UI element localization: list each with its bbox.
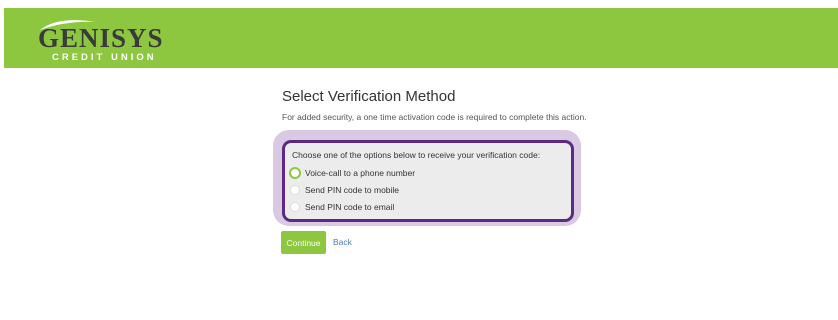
option-pin-mobile-label[interactable]: Send PIN code to mobile [305,185,399,195]
option-pin-email-label[interactable]: Send PIN code to email [305,202,394,212]
genisys-logo[interactable]: GENISYS CREDIT UNION [38,18,178,66]
radio-pin-mobile[interactable] [290,185,300,195]
options-prompt: Choose one of the options below to recei… [292,150,541,160]
top-strip [0,0,838,8]
site-header: GENISYS CREDIT UNION [4,8,838,68]
back-link[interactable]: Back [333,237,352,247]
logo-name: GENISYS [38,23,164,53]
verification-options-panel: Choose one of the options below to recei… [282,140,574,222]
option-voice-call-label[interactable]: Voice-call to a phone number [305,168,415,178]
logo-subtitle: CREDIT UNION [52,52,157,63]
page-description: For added security, a one time activatio… [282,112,587,122]
radio-voice-call[interactable] [289,167,301,179]
continue-button[interactable]: Continue [281,231,326,254]
page-title: Select Verification Method [282,88,456,105]
radio-pin-email[interactable] [290,202,300,212]
